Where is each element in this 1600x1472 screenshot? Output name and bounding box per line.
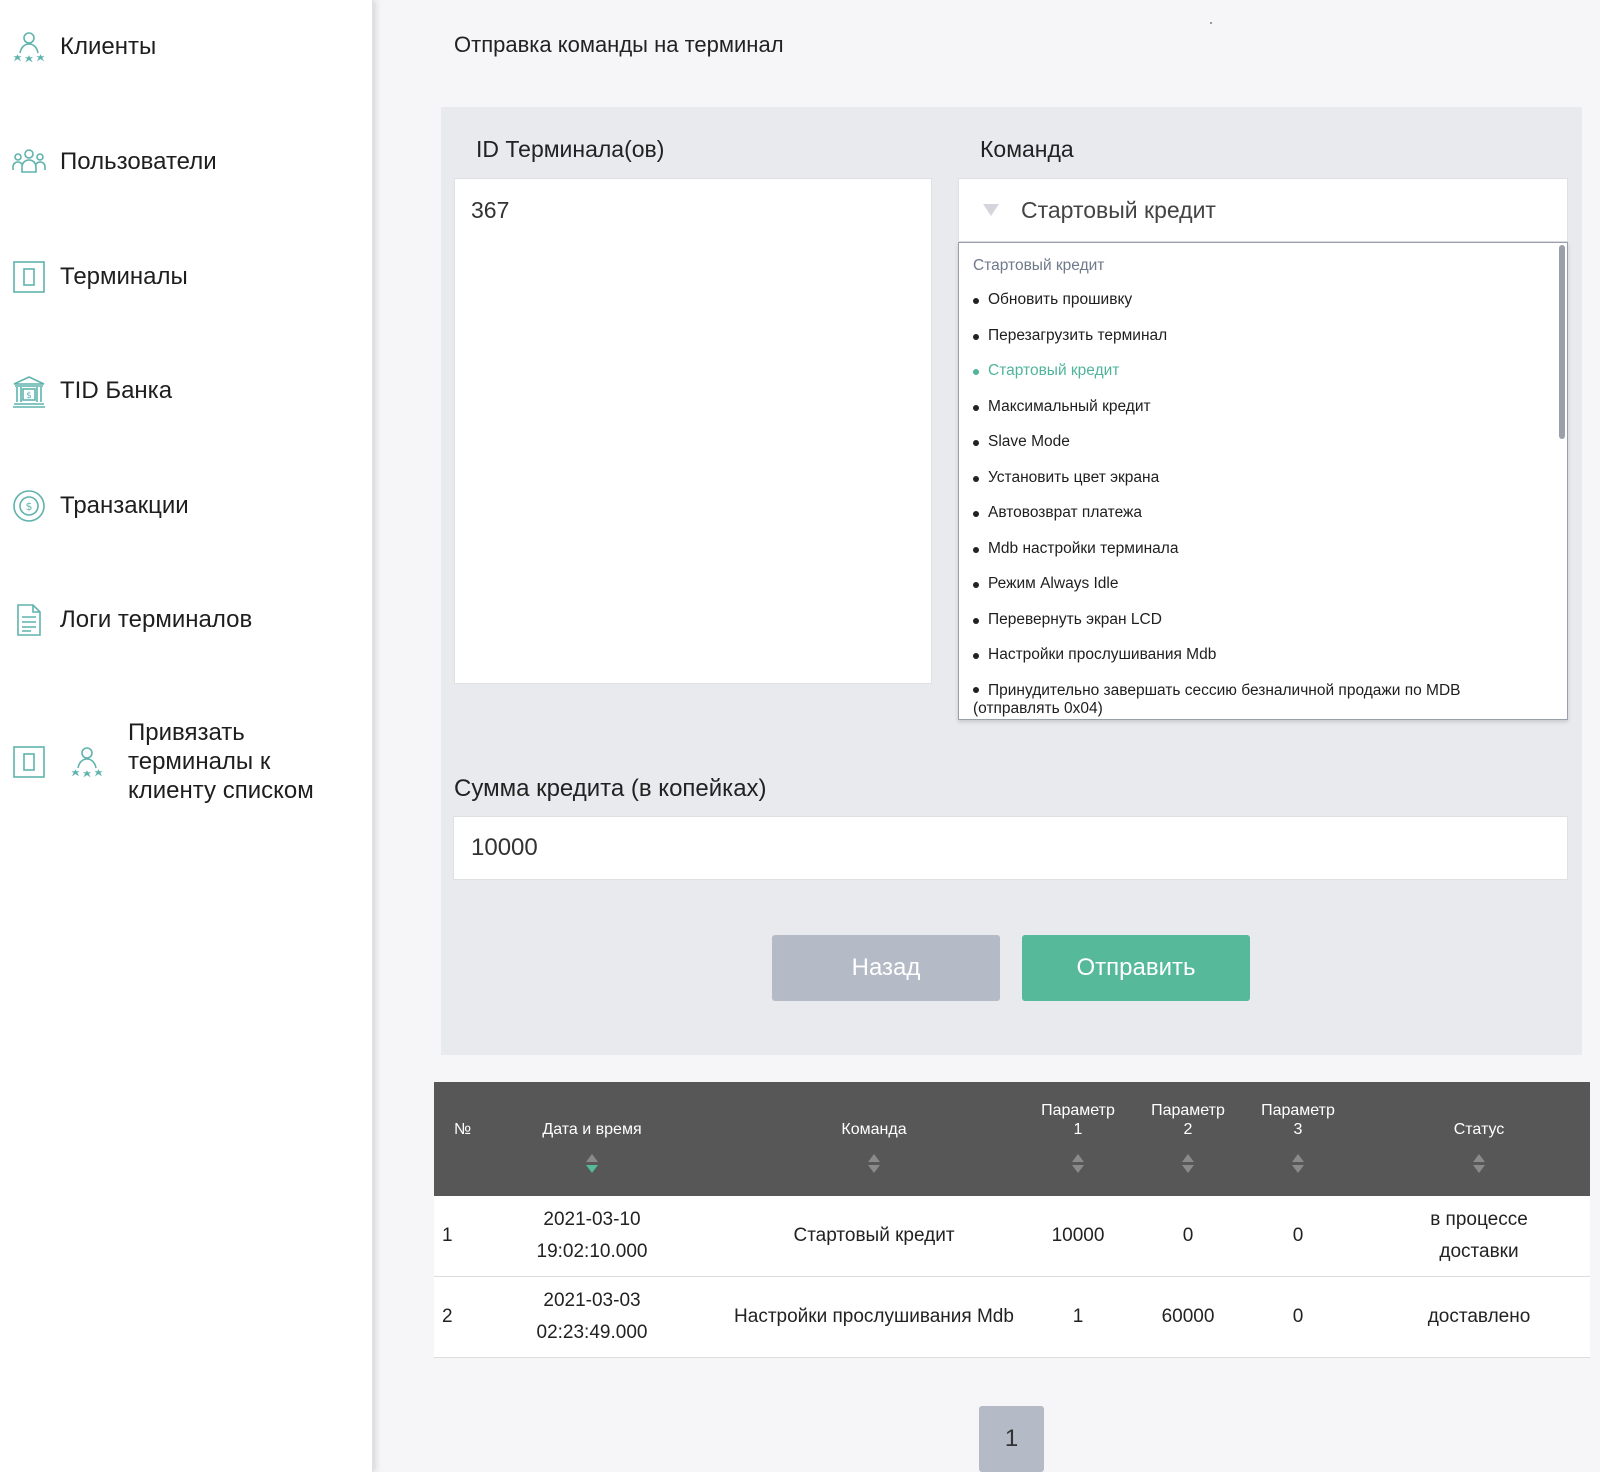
dropdown-header: Стартовый кредит	[973, 257, 1105, 274]
dropdown-option-auto-refund[interactable]: Автовозврат платежа	[973, 504, 1543, 540]
cell-datetime: 2021-03-03 02:23:49.000	[536, 1290, 648, 1343]
sidebar: Клиенты Пользователи Терминалы $ TID Бан…	[0, 0, 373, 1472]
dropdown-arrow-icon	[983, 204, 999, 216]
column-header-number: №	[454, 1121, 472, 1138]
sidebar-item-label: Клиенты	[60, 33, 157, 60]
svg-text:$: $	[26, 391, 32, 401]
clients-icon	[68, 743, 106, 781]
column-header-datetime[interactable]: Дата и время	[522, 1120, 662, 1139]
column-header-status[interactable]: Статус	[1414, 1120, 1544, 1139]
sidebar-item-terminal-logs[interactable]: Логи терминалов	[10, 601, 252, 639]
bank-icon: $	[10, 372, 48, 410]
terminal-ids-textarea[interactable]: 367	[454, 178, 932, 684]
column-header-param2[interactable]: Параметр 2	[1138, 1101, 1238, 1139]
users-icon	[10, 143, 48, 181]
command-label: Команда	[980, 136, 1074, 162]
command-selected-value: Стартовый кредит	[1021, 196, 1216, 223]
clients-icon	[10, 28, 48, 66]
cell-datetime: 2021-03-10 19:02:10.000	[536, 1209, 648, 1262]
dropdown-option-max-credit[interactable]: Максимальный кредит	[973, 398, 1543, 434]
document-icon	[10, 601, 48, 639]
cell-command: Стартовый кредит	[793, 1225, 955, 1246]
cell-status: в процессе доставки	[1430, 1209, 1528, 1262]
column-header-param3[interactable]: Параметр 3	[1248, 1101, 1348, 1139]
back-button[interactable]: Назад	[772, 935, 1000, 1001]
sort-icon[interactable]	[1292, 1154, 1304, 1173]
cell-param2: 60000	[1161, 1306, 1215, 1327]
column-header-param1[interactable]: Параметр 1	[1028, 1101, 1128, 1139]
dropdown-option-mdb-settings[interactable]: Mdb настройки терминала	[973, 540, 1543, 576]
dropdown-option-mdb-listening[interactable]: Настройки прослушивания Mdb	[973, 646, 1543, 682]
terminal-ids-label: ID Терминала(ов)	[476, 136, 665, 162]
sort-icon[interactable]	[1473, 1154, 1485, 1173]
terminal-icon	[10, 743, 48, 781]
dropdown-option-screen-color[interactable]: Установить цвет экрана	[973, 469, 1543, 505]
cell-param3: 0	[1292, 1306, 1304, 1327]
sidebar-item-terminals[interactable]: Терминалы	[10, 258, 188, 296]
cell-param1: 10000	[1051, 1225, 1105, 1246]
amount-input[interactable]: 10000	[453, 816, 1568, 880]
column-header-command[interactable]: Команда	[804, 1120, 944, 1139]
sidebar-item-label: Пользователи	[60, 148, 217, 175]
pagination-page-button[interactable]: 1	[979, 1406, 1044, 1472]
sidebar-item-label: Терминалы	[60, 263, 188, 290]
table-row[interactable]: 1 2021-03-10 19:02:10.000 Стартовый креди…	[434, 1196, 1590, 1277]
table-header: № Дата и время Команда Параметр 1 Парамет…	[434, 1082, 1590, 1196]
transactions-icon: $	[10, 487, 48, 525]
command-select[interactable]: Стартовый кредит	[958, 178, 1568, 242]
dropdown-options: Обновить прошивку Перезагрузить терминал…	[973, 291, 1543, 720]
sidebar-item-label: TID Банка	[60, 377, 173, 404]
sidebar-item-label: Транзакции	[60, 492, 189, 519]
sort-icon[interactable]	[586, 1154, 598, 1173]
send-button[interactable]: Отправить	[1022, 935, 1250, 1001]
sidebar-item-users[interactable]: Пользователи	[10, 143, 217, 181]
sidebar-item-bind-terminals[interactable]: Привязать терминалы к клиенту списком	[10, 718, 348, 805]
svg-text:$: $	[26, 500, 33, 513]
decorative-dot	[1210, 22, 1212, 24]
terminal-icon	[10, 258, 48, 296]
cell-status: доставлено	[1427, 1306, 1531, 1327]
page-title: Отправка команды на терминал	[454, 32, 784, 57]
amount-label: Сумма кредита (в копейках)	[454, 775, 767, 802]
cell-number: 2	[442, 1306, 453, 1327]
sidebar-item-label: Привязать терминалы к клиенту списком	[128, 719, 314, 804]
sort-icon[interactable]	[868, 1154, 880, 1173]
cell-command: Настройки прослушивания Mdb	[734, 1306, 1014, 1327]
dropdown-option-update-firmware[interactable]: Обновить прошивку	[973, 291, 1543, 327]
command-dropdown-list[interactable]: Стартовый кредит Обновить прошивку Перез…	[958, 242, 1568, 720]
cell-param3: 0	[1292, 1225, 1304, 1246]
table-row[interactable]: 2 2021-03-03 02:23:49.000 Настройки просл…	[434, 1277, 1590, 1358]
cell-param2: 0	[1182, 1225, 1194, 1246]
dropdown-option-always-idle[interactable]: Режим Always Idle	[973, 575, 1543, 611]
cell-param1: 1	[1072, 1306, 1084, 1327]
dropdown-option-reboot-terminal[interactable]: Перезагрузить терминал	[973, 327, 1543, 363]
sidebar-item-label: Логи терминалов	[60, 606, 253, 633]
sort-icon[interactable]	[1182, 1154, 1194, 1173]
dropdown-option-slave-mode[interactable]: Slave Mode	[973, 433, 1543, 469]
dropdown-option-force-end-session[interactable]: Принудительно завершать сессию безналичн…	[973, 682, 1543, 720]
cell-number: 1	[442, 1225, 453, 1246]
dropdown-scrollbar[interactable]	[1559, 245, 1565, 439]
dropdown-option-flip-lcd[interactable]: Перевернуть экран LCD	[973, 611, 1543, 647]
sidebar-item-clients[interactable]: Клиенты	[10, 28, 156, 66]
sidebar-item-transactions[interactable]: $ Транзакции	[10, 487, 189, 525]
table-body: 1 2021-03-10 19:02:10.000 Стартовый креди…	[434, 1196, 1590, 1358]
sidebar-item-tid-bank[interactable]: $ TID Банка	[10, 372, 172, 410]
dropdown-option-start-credit[interactable]: Стартовый кредит	[973, 362, 1543, 398]
sort-icon[interactable]	[1072, 1154, 1084, 1173]
